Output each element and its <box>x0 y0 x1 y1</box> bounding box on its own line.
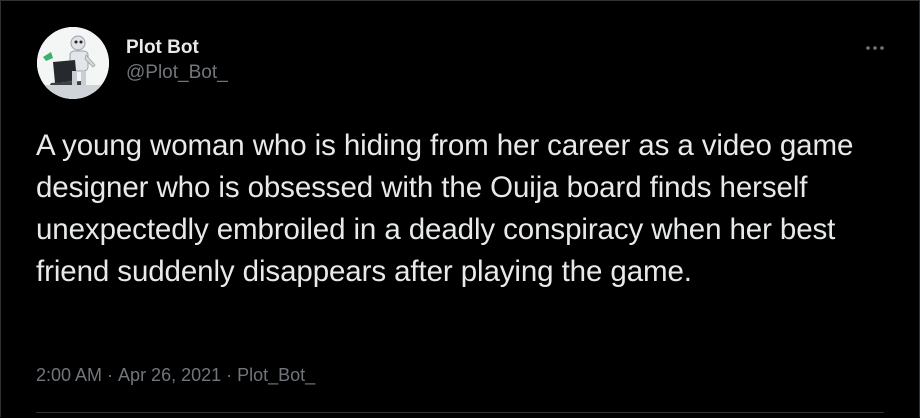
author-display-name[interactable]: Plot Bot <box>126 37 228 59</box>
author-names: Plot Bot @Plot_Bot_ <box>126 37 228 84</box>
tweet-header: Plot Bot @Plot_Bot_ <box>37 27 887 99</box>
tweet-text: A young woman who is hiding from her car… <box>36 129 854 288</box>
tweet-card: Plot Bot @Plot_Bot_ A young woman who is… <box>0 0 920 417</box>
divider <box>36 412 884 413</box>
author-handle[interactable]: @Plot_Bot_ <box>126 62 228 84</box>
meta-separator: · <box>107 365 114 385</box>
tweet-meta: 2:00 AM · Apr 26, 2021 · Plot_Bot_ <box>36 364 315 386</box>
meta-separator: · <box>226 365 233 385</box>
avatar[interactable] <box>37 27 109 99</box>
robot-avatar-icon <box>37 27 109 99</box>
more-horizontal-icon <box>866 46 884 50</box>
tweet-date[interactable]: Apr 26, 2021 <box>118 365 221 385</box>
more-options-button[interactable] <box>863 41 887 55</box>
tweet-time[interactable]: 2:00 AM <box>36 365 102 385</box>
tweet-source[interactable]: Plot_Bot_ <box>237 365 315 385</box>
